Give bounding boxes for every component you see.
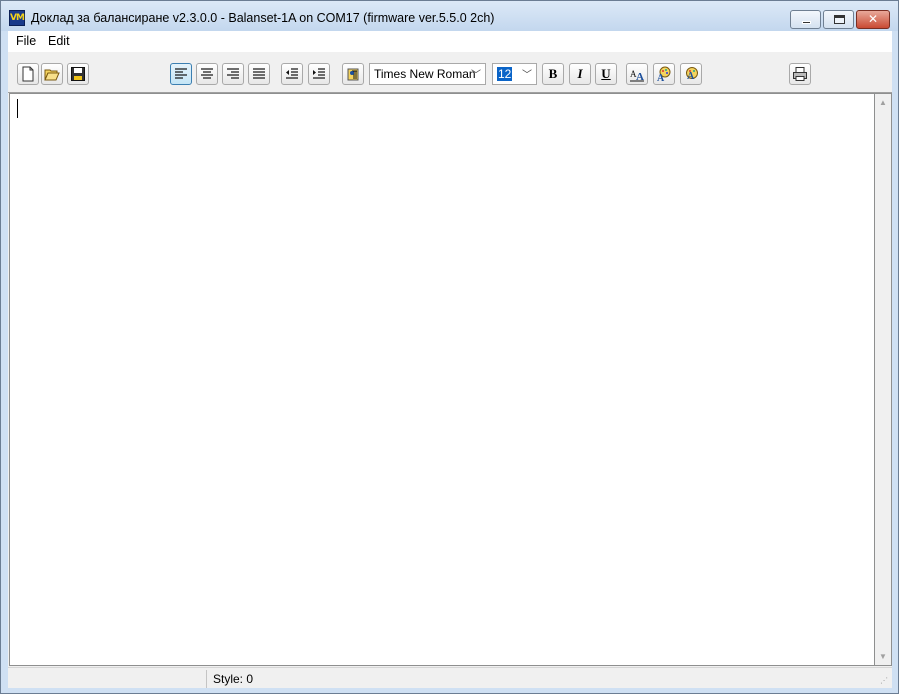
indent-icon — [313, 68, 325, 79]
background-color-button[interactable]: A — [680, 63, 702, 85]
font-format-button[interactable]: AA — [626, 63, 648, 85]
save-button[interactable] — [67, 63, 89, 85]
save-disk-icon — [71, 67, 85, 81]
svg-text:A: A — [687, 71, 695, 82]
align-center-button[interactable] — [196, 63, 218, 85]
document-editor[interactable] — [9, 93, 875, 666]
status-divider — [206, 670, 207, 688]
font-name-select[interactable]: Times New Roman ﹀ — [369, 63, 486, 85]
underline-button[interactable]: U — [595, 63, 617, 85]
align-left-icon — [175, 68, 187, 79]
app-icon: VM — [9, 10, 25, 26]
minimize-icon — [802, 21, 811, 24]
menu-bar: File Edit — [8, 31, 892, 51]
align-right-button[interactable] — [222, 63, 244, 85]
font-size-select[interactable]: 12 ﹀ — [492, 63, 537, 85]
client-area: File Edit Times New Roman ﹀ 12 ﹀ B I U A… — [8, 31, 892, 688]
background-color-icon: A — [686, 67, 698, 82]
chevron-down-icon: ﹀ — [471, 70, 481, 81]
text-color-icon: A — [657, 66, 671, 82]
italic-label: I — [577, 66, 583, 81]
text-color-button[interactable]: A — [653, 63, 675, 85]
underline-label: U — [601, 66, 611, 81]
app-window: VM Доклад за балансиране v2.3.0.0 - Bala… — [0, 0, 899, 694]
bold-button[interactable]: B — [542, 63, 564, 85]
title-bar[interactable]: VM Доклад за балансиране v2.3.0.0 - Bala… — [1, 1, 898, 31]
outdent-icon — [286, 68, 298, 79]
align-justify-button[interactable] — [248, 63, 270, 85]
open-button[interactable] — [41, 63, 63, 85]
svg-text:A: A — [657, 73, 665, 82]
outdent-button[interactable] — [281, 63, 303, 85]
scroll-down-icon[interactable]: ▼ — [875, 648, 891, 665]
font-format-icon: AA — [630, 69, 644, 82]
paragraph-button[interactable] — [342, 63, 364, 85]
toolbar: Times New Roman ﹀ 12 ﹀ B I U AA A A — [8, 51, 892, 93]
vertical-scrollbar[interactable]: ▲ ▼ — [875, 93, 892, 666]
print-button[interactable] — [789, 63, 811, 85]
open-folder-icon — [44, 69, 60, 81]
svg-text:A: A — [636, 71, 644, 82]
chevron-down-icon: ﹀ — [522, 70, 532, 81]
status-bar: Style: 0 ⋰ — [8, 667, 892, 688]
window-title: Доклад за балансиране v2.3.0.0 - Balanse… — [31, 11, 495, 25]
resize-grip-icon[interactable]: ⋰ — [880, 676, 890, 686]
menu-edit[interactable]: Edit — [48, 34, 70, 48]
scroll-up-icon[interactable]: ▲ — [875, 94, 891, 111]
new-document-button[interactable] — [17, 63, 39, 85]
menu-file[interactable]: File — [16, 34, 36, 48]
close-button[interactable]: ✕ — [856, 10, 890, 29]
align-right-icon — [227, 68, 239, 79]
maximize-icon — [834, 15, 845, 24]
bold-label: B — [548, 66, 558, 81]
text-caret — [17, 99, 18, 118]
align-left-button[interactable] — [170, 63, 192, 85]
align-center-icon — [201, 68, 213, 79]
print-icon — [793, 67, 807, 81]
close-icon: ✕ — [867, 12, 879, 26]
font-size-value: 12 — [497, 67, 513, 81]
paragraph-icon — [347, 68, 359, 81]
font-name-value: Times New Roman — [374, 67, 476, 81]
maximize-button[interactable] — [823, 10, 854, 29]
status-style: Style: 0 — [213, 672, 254, 686]
indent-button[interactable] — [308, 63, 330, 85]
new-document-icon — [22, 66, 34, 82]
align-justify-icon — [253, 68, 265, 79]
minimize-button[interactable] — [790, 10, 821, 29]
italic-button[interactable]: I — [569, 63, 591, 85]
